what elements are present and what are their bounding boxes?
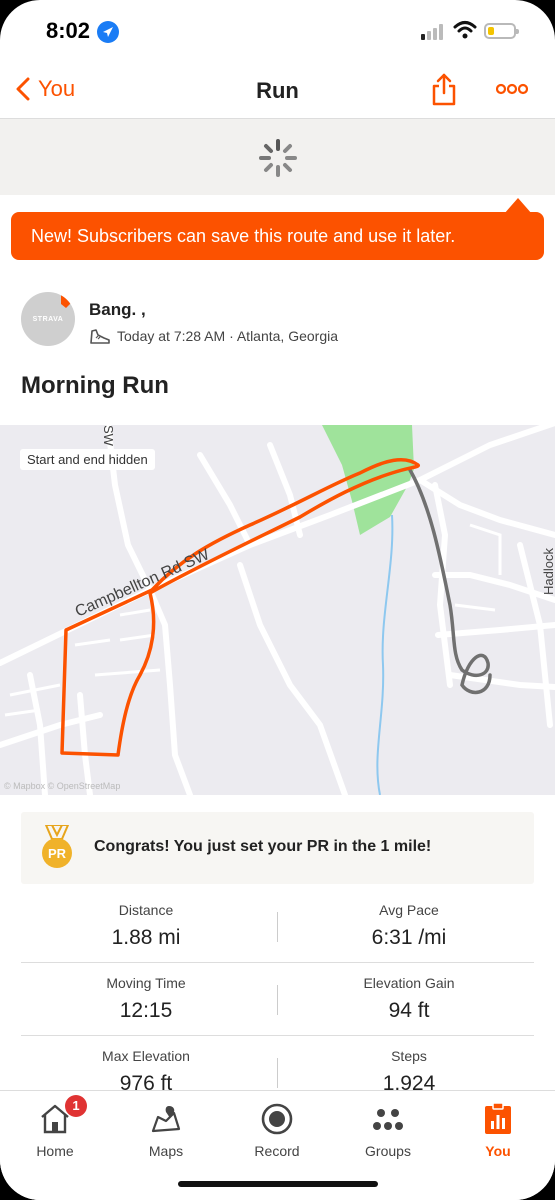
stream <box>376 514 394 795</box>
stat-elevation-gain: Elevation Gain 94 ft <box>284 975 534 1023</box>
map-canvas <box>0 425 555 795</box>
stat-label: Distance <box>118 902 174 918</box>
loading-area <box>0 119 555 195</box>
tab-label: Groups <box>365 1143 411 1159</box>
avatar-logo-text: STRAVA <box>32 316 64 323</box>
streets <box>0 425 555 795</box>
stat-label: Moving Time <box>106 975 186 991</box>
tab-record[interactable]: Record <box>232 1099 322 1159</box>
stat-divider <box>277 912 278 942</box>
stat-distance: Distance 1.88 mi <box>21 902 271 950</box>
loading-spinner-icon <box>259 139 297 177</box>
share-button[interactable] <box>431 72 457 106</box>
hidden-route-segment <box>408 468 492 695</box>
stats-grid: Distance 1.88 mi Avg Pace 6:31 /mi Movin… <box>21 890 534 1108</box>
record-icon <box>261 1103 293 1135</box>
notification-badge: 1 <box>65 1095 87 1117</box>
wifi-icon <box>453 21 477 39</box>
stat-row: Distance 1.88 mi Avg Pace 6:31 /mi <box>21 890 534 963</box>
tab-label: Home <box>36 1143 74 1159</box>
stat-steps: Steps 1,924 <box>284 1048 534 1096</box>
maps-icon <box>151 1106 181 1133</box>
stat-label: Steps <box>391 1048 427 1064</box>
cellular-signal-icon <box>421 24 443 40</box>
stat-avg-pace: Avg Pace 6:31 /mi <box>284 902 534 950</box>
stat-moving-time: Moving Time 12:15 <box>21 975 271 1023</box>
subscriber-tooltip[interactable]: New! Subscribers can save this route and… <box>11 198 544 260</box>
tab-you[interactable]: You <box>453 1099 543 1159</box>
stat-value: 1.88 mi <box>111 926 181 949</box>
status-bar: 8:02 <box>0 0 555 62</box>
home-indicator[interactable] <box>178 1181 378 1187</box>
stat-row: Moving Time 12:15 Elevation Gain 94 ft <box>21 963 534 1036</box>
stat-label: Elevation Gain <box>363 975 455 991</box>
pr-message: Congrats! You just set your PR in the 1 … <box>94 838 432 855</box>
stat-label: Avg Pace <box>379 902 439 918</box>
pr-medal-text: PR <box>48 846 67 861</box>
tab-label: Maps <box>148 1143 184 1159</box>
tab-label: You <box>485 1143 511 1159</box>
tab-label: Record <box>254 1143 300 1159</box>
stat-max-elevation: Max Elevation 976 ft <box>21 1048 271 1096</box>
shoe-icon <box>90 329 110 344</box>
status-time: 8:02 <box>46 18 91 43</box>
page-title: Run <box>256 78 299 103</box>
activity-meta: Today at 7:28 AM · Atlanta, Georgia <box>117 328 339 344</box>
pr-medal-icon: PR <box>42 825 72 868</box>
route-map[interactable]: Start and end hidden Campbellton Rd SW H… <box>0 425 555 795</box>
location-arrow-icon <box>97 21 119 43</box>
stat-divider <box>277 985 278 1015</box>
tab-home[interactable]: 1 Home <box>10 1095 100 1159</box>
privacy-label: Start and end hidden <box>20 449 155 470</box>
navigation-bar: You Run <box>0 62 555 119</box>
athlete-name[interactable]: Bang. , <box>89 300 146 320</box>
you-icon <box>485 1103 511 1134</box>
activity-title: Morning Run <box>21 372 169 399</box>
stat-value: 6:31 /mi <box>371 926 447 949</box>
pr-banner[interactable]: PR Congrats! You just set your PR in the… <box>21 812 534 884</box>
stat-value: 12:15 <box>119 999 173 1022</box>
streets-thin <box>4 523 502 717</box>
phone-screen: 8:02 You Run New! Subscribers can save t… <box>0 0 555 1200</box>
groups-icon <box>373 1109 403 1130</box>
stat-divider <box>277 1058 278 1088</box>
avatar[interactable]: STRAVA <box>21 292 75 346</box>
athlete-header: STRAVA Bang. , Today at 7:28 AM · Atlant… <box>21 292 541 352</box>
stat-label: Max Elevation <box>102 1048 190 1064</box>
tab-maps[interactable]: Maps <box>121 1099 211 1159</box>
subscriber-badge-icon <box>61 294 73 308</box>
tooltip-text: New! Subscribers can save this route and… <box>31 226 456 246</box>
stat-value: 94 ft <box>388 999 430 1022</box>
battery-icon <box>484 23 519 39</box>
map-attribution[interactable]: © Mapbox © OpenStreetMap <box>4 781 120 791</box>
tab-groups[interactable]: Groups <box>343 1099 433 1159</box>
more-options-button[interactable] <box>496 82 528 96</box>
